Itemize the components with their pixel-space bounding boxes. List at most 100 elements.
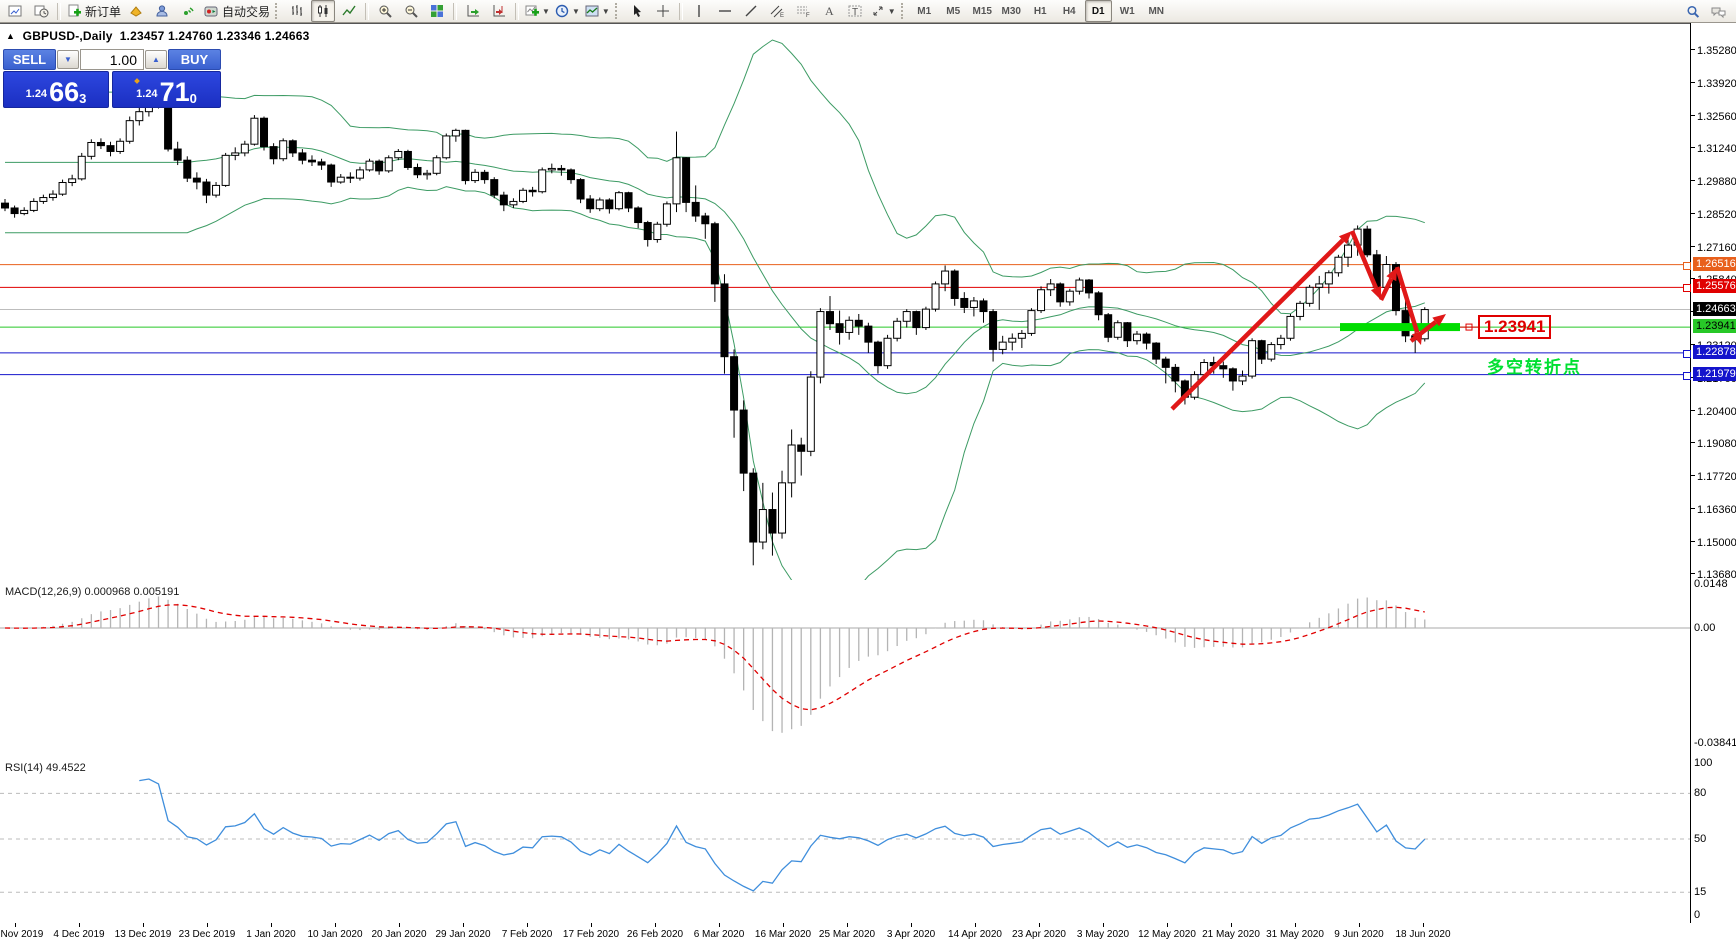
line-chart-icon: [342, 5, 356, 16]
price-level-callout[interactable]: 1.23941: [1478, 315, 1552, 339]
candle: [682, 157, 691, 203]
new-chart-icon: [8, 5, 22, 17]
arrows-tool-button[interactable]: ▼: [869, 0, 897, 22]
signals-button[interactable]: [176, 0, 200, 22]
timeframe-button-h1[interactable]: H1: [1027, 0, 1054, 22]
candle: [77, 155, 86, 180]
trendline-tool-button[interactable]: [739, 0, 763, 22]
timeframe-button-h4[interactable]: H4: [1056, 0, 1083, 22]
profiles-icon: [34, 5, 49, 18]
candle: [1017, 332, 1026, 339]
timeframe-group: M1 M5 M15 M30 H1 H4 D1 W1 MN: [910, 0, 1171, 22]
auto-scroll-icon: [467, 5, 480, 17]
price-axis-tick: 1.20400: [1691, 406, 1736, 418]
candle: [941, 270, 950, 285]
price-axis-badge: 1.23941: [1693, 319, 1736, 334]
timeframe-button-mn[interactable]: MN: [1143, 0, 1170, 22]
zoom-out-button[interactable]: [399, 0, 423, 22]
line-chart-type-button[interactable]: [337, 0, 361, 22]
equidistant-channel-tool-button[interactable]: E: [765, 0, 789, 22]
price-axis-badge: 1.26516: [1693, 256, 1736, 271]
candle: [778, 482, 787, 534]
chinese-note-text[interactable]: 多空转折点: [1487, 353, 1582, 378]
tile-windows-button[interactable]: [425, 0, 449, 22]
search-button[interactable]: [1681, 1, 1705, 23]
navigator-icon: [156, 5, 168, 17]
horizontal-line-tool-button[interactable]: [713, 0, 737, 22]
profiles-button[interactable]: [29, 0, 53, 22]
vertical-line-icon: [698, 5, 700, 17]
volume-input[interactable]: 1.00: [80, 49, 144, 70]
time-axis-label: 16 Mar 2020: [754, 929, 812, 940]
timeframe-button-m30[interactable]: M30: [998, 0, 1025, 22]
timeframe-button-d1[interactable]: D1: [1084, 0, 1112, 22]
one-click-trading-panel: SELL ▼ 1.00 ▲ BUY 1.24 66 3 1.24 71 0: [3, 49, 221, 108]
auto-scroll-button[interactable]: [461, 0, 485, 22]
zoom-in-button[interactable]: [373, 0, 397, 22]
rsi-value: 49.4522: [45, 762, 86, 774]
macd-pane[interactable]: [0, 583, 1690, 756]
time-axis-tick: [911, 923, 912, 927]
candle: [624, 192, 633, 209]
candle: [250, 117, 259, 145]
candle: [20, 209, 29, 215]
chart-shift-button[interactable]: [487, 0, 511, 22]
candle: [787, 444, 796, 484]
macd-signal-value: 0.005191: [133, 586, 180, 598]
crosshair-tool-button[interactable]: [651, 0, 675, 22]
zoom-out-icon: [405, 5, 418, 18]
time-axis-label: 7 Feb 2020: [501, 929, 553, 940]
time-axis-tick: [847, 923, 848, 927]
time-axis-label: 13 Dec 2019: [114, 929, 172, 940]
price-axis[interactable]: 1.35280 1.33920 1.32560 1.31240 1.29880 1.285…: [1683, 23, 1736, 923]
candle: [336, 176, 345, 183]
price-axis-tick: 1.16360: [1691, 504, 1736, 516]
time-axis[interactable]: 25 Nov 2019 4 Dec 2019 13 Dec 2019 23 Dec 2…: [0, 923, 1690, 949]
timeframe-button-m15[interactable]: M15: [969, 0, 996, 22]
toolbar-grip: [275, 3, 281, 19]
toolbar-grip: [900, 3, 907, 19]
rsi-pane[interactable]: [0, 759, 1690, 922]
indicators-button[interactable]: ▼: [523, 0, 551, 22]
new-chart-button[interactable]: [3, 0, 27, 22]
cursor-tool-button[interactable]: [625, 0, 649, 22]
candle: [1257, 340, 1266, 360]
volume-decrease-button[interactable]: ▼: [57, 50, 79, 69]
navigator-button[interactable]: [150, 0, 174, 22]
volume-increase-button[interactable]: ▲: [145, 50, 167, 69]
periods-button[interactable]: ▼: [553, 0, 581, 22]
timeframe-button-w1[interactable]: W1: [1114, 0, 1141, 22]
chat-button[interactable]: [1707, 1, 1731, 23]
bar-chart-type-button[interactable]: [285, 0, 309, 22]
candle: [701, 215, 710, 225]
candle: [413, 166, 422, 176]
vertical-line-tool-button[interactable]: [687, 0, 711, 22]
autotrading-button[interactable]: 自动交易: [202, 0, 271, 22]
metaeditor-button[interactable]: [124, 0, 148, 22]
timeframe-button-m5[interactable]: M5: [940, 0, 967, 22]
candle: [202, 181, 211, 196]
buy-button[interactable]: BUY: [168, 49, 221, 70]
buy-price-panel[interactable]: 1.24 71 0: [112, 71, 221, 108]
candle: [912, 311, 921, 329]
candlestick-type-button[interactable]: [311, 0, 336, 22]
toolbar-separator: [453, 2, 458, 20]
pane-separator: [0, 23, 1690, 24]
sell-button[interactable]: SELL: [3, 49, 56, 70]
new-order-button[interactable]: 新订单: [65, 0, 122, 22]
fibonacci-tool-button[interactable]: F: [791, 0, 815, 22]
candle: [595, 199, 604, 210]
candle: [739, 409, 748, 474]
sell-price-panel[interactable]: 1.24 66 3: [3, 71, 109, 108]
text-tool-button[interactable]: A: [817, 0, 841, 22]
price-chart-pane[interactable]: [0, 23, 1690, 580]
time-axis-label: 23 Apr 2020: [1012, 929, 1066, 940]
rsi-name: RSI(14): [5, 762, 43, 774]
timeframe-button-m1[interactable]: M1: [911, 0, 938, 22]
templates-button[interactable]: ▼: [583, 0, 611, 22]
tile-windows-icon: [431, 5, 444, 17]
time-axis-tick: [271, 923, 272, 927]
text-label-tool-button[interactable]: T: [843, 0, 867, 22]
candle: [806, 376, 815, 452]
crosshair-icon: [656, 5, 669, 17]
